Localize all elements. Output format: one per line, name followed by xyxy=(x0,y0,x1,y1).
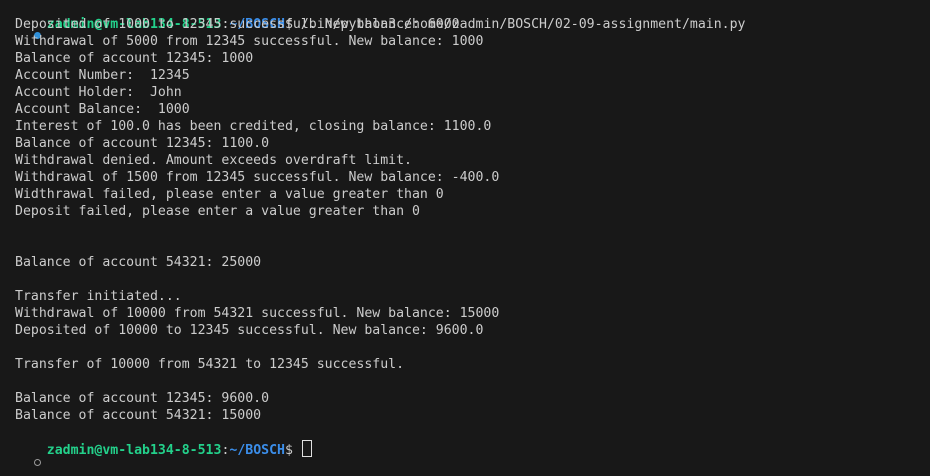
output-line: Interest of 100.0 has been credited, clo… xyxy=(15,119,492,134)
output-line: Transfer of 10000 from 54321 to 12345 su… xyxy=(15,357,405,372)
output-line: Withdrawal of 10000 from 54321 successfu… xyxy=(15,306,500,321)
output-line: Deposited of 10000 to 12345 successful. … xyxy=(15,323,484,338)
prompt-symbol-active: $ xyxy=(284,443,301,458)
output-line: Balance of account 54321: 25000 xyxy=(15,255,262,270)
output-line: Deposited of 1000 to 12345 successful. N… xyxy=(15,17,460,32)
output-line: Account Holder: John xyxy=(15,85,182,100)
terminal-panel[interactable]: zadmin@vm-lab134-8-513:~/BOSCH$ /bin/pyt… xyxy=(0,0,930,466)
output-line: Account Number: 12345 xyxy=(15,68,190,83)
prompt-user-host-active: zadmin@vm-lab134-8-513 xyxy=(46,443,222,458)
output-line: Balance of account 54321: 15000 xyxy=(15,408,262,423)
output-line: Withdrawal of 5000 from 12345 successful… xyxy=(15,34,484,49)
output-line: Widthrawal failed, please enter a value … xyxy=(15,187,444,202)
prompt-path-active: ~/BOSCH xyxy=(229,443,285,458)
output-line: Balance of account 12345: 1100.0 xyxy=(15,136,270,151)
output-line: Account Balance: 1000 xyxy=(15,102,190,117)
output-line: Deposit failed, please enter a value gre… xyxy=(15,204,420,219)
output-line: Withdrawal denied. Amount exceeds overdr… xyxy=(15,153,412,168)
output-line: Withdrawal of 1500 from 12345 successful… xyxy=(15,170,500,185)
cursor-block[interactable] xyxy=(301,440,312,457)
output-line: Balance of account 12345: 1000 xyxy=(15,51,254,66)
prompt-line-command: zadmin@vm-lab134-8-513:~/BOSCH$ /bin/pyt… xyxy=(0,0,745,39)
output-line: Balance of account 12345: 9600.0 xyxy=(15,391,270,406)
output-line: Transfer initiated... xyxy=(15,289,182,304)
prompt-line-active[interactable]: zadmin@vm-lab134-8-513:~/BOSCH$ xyxy=(0,423,312,466)
